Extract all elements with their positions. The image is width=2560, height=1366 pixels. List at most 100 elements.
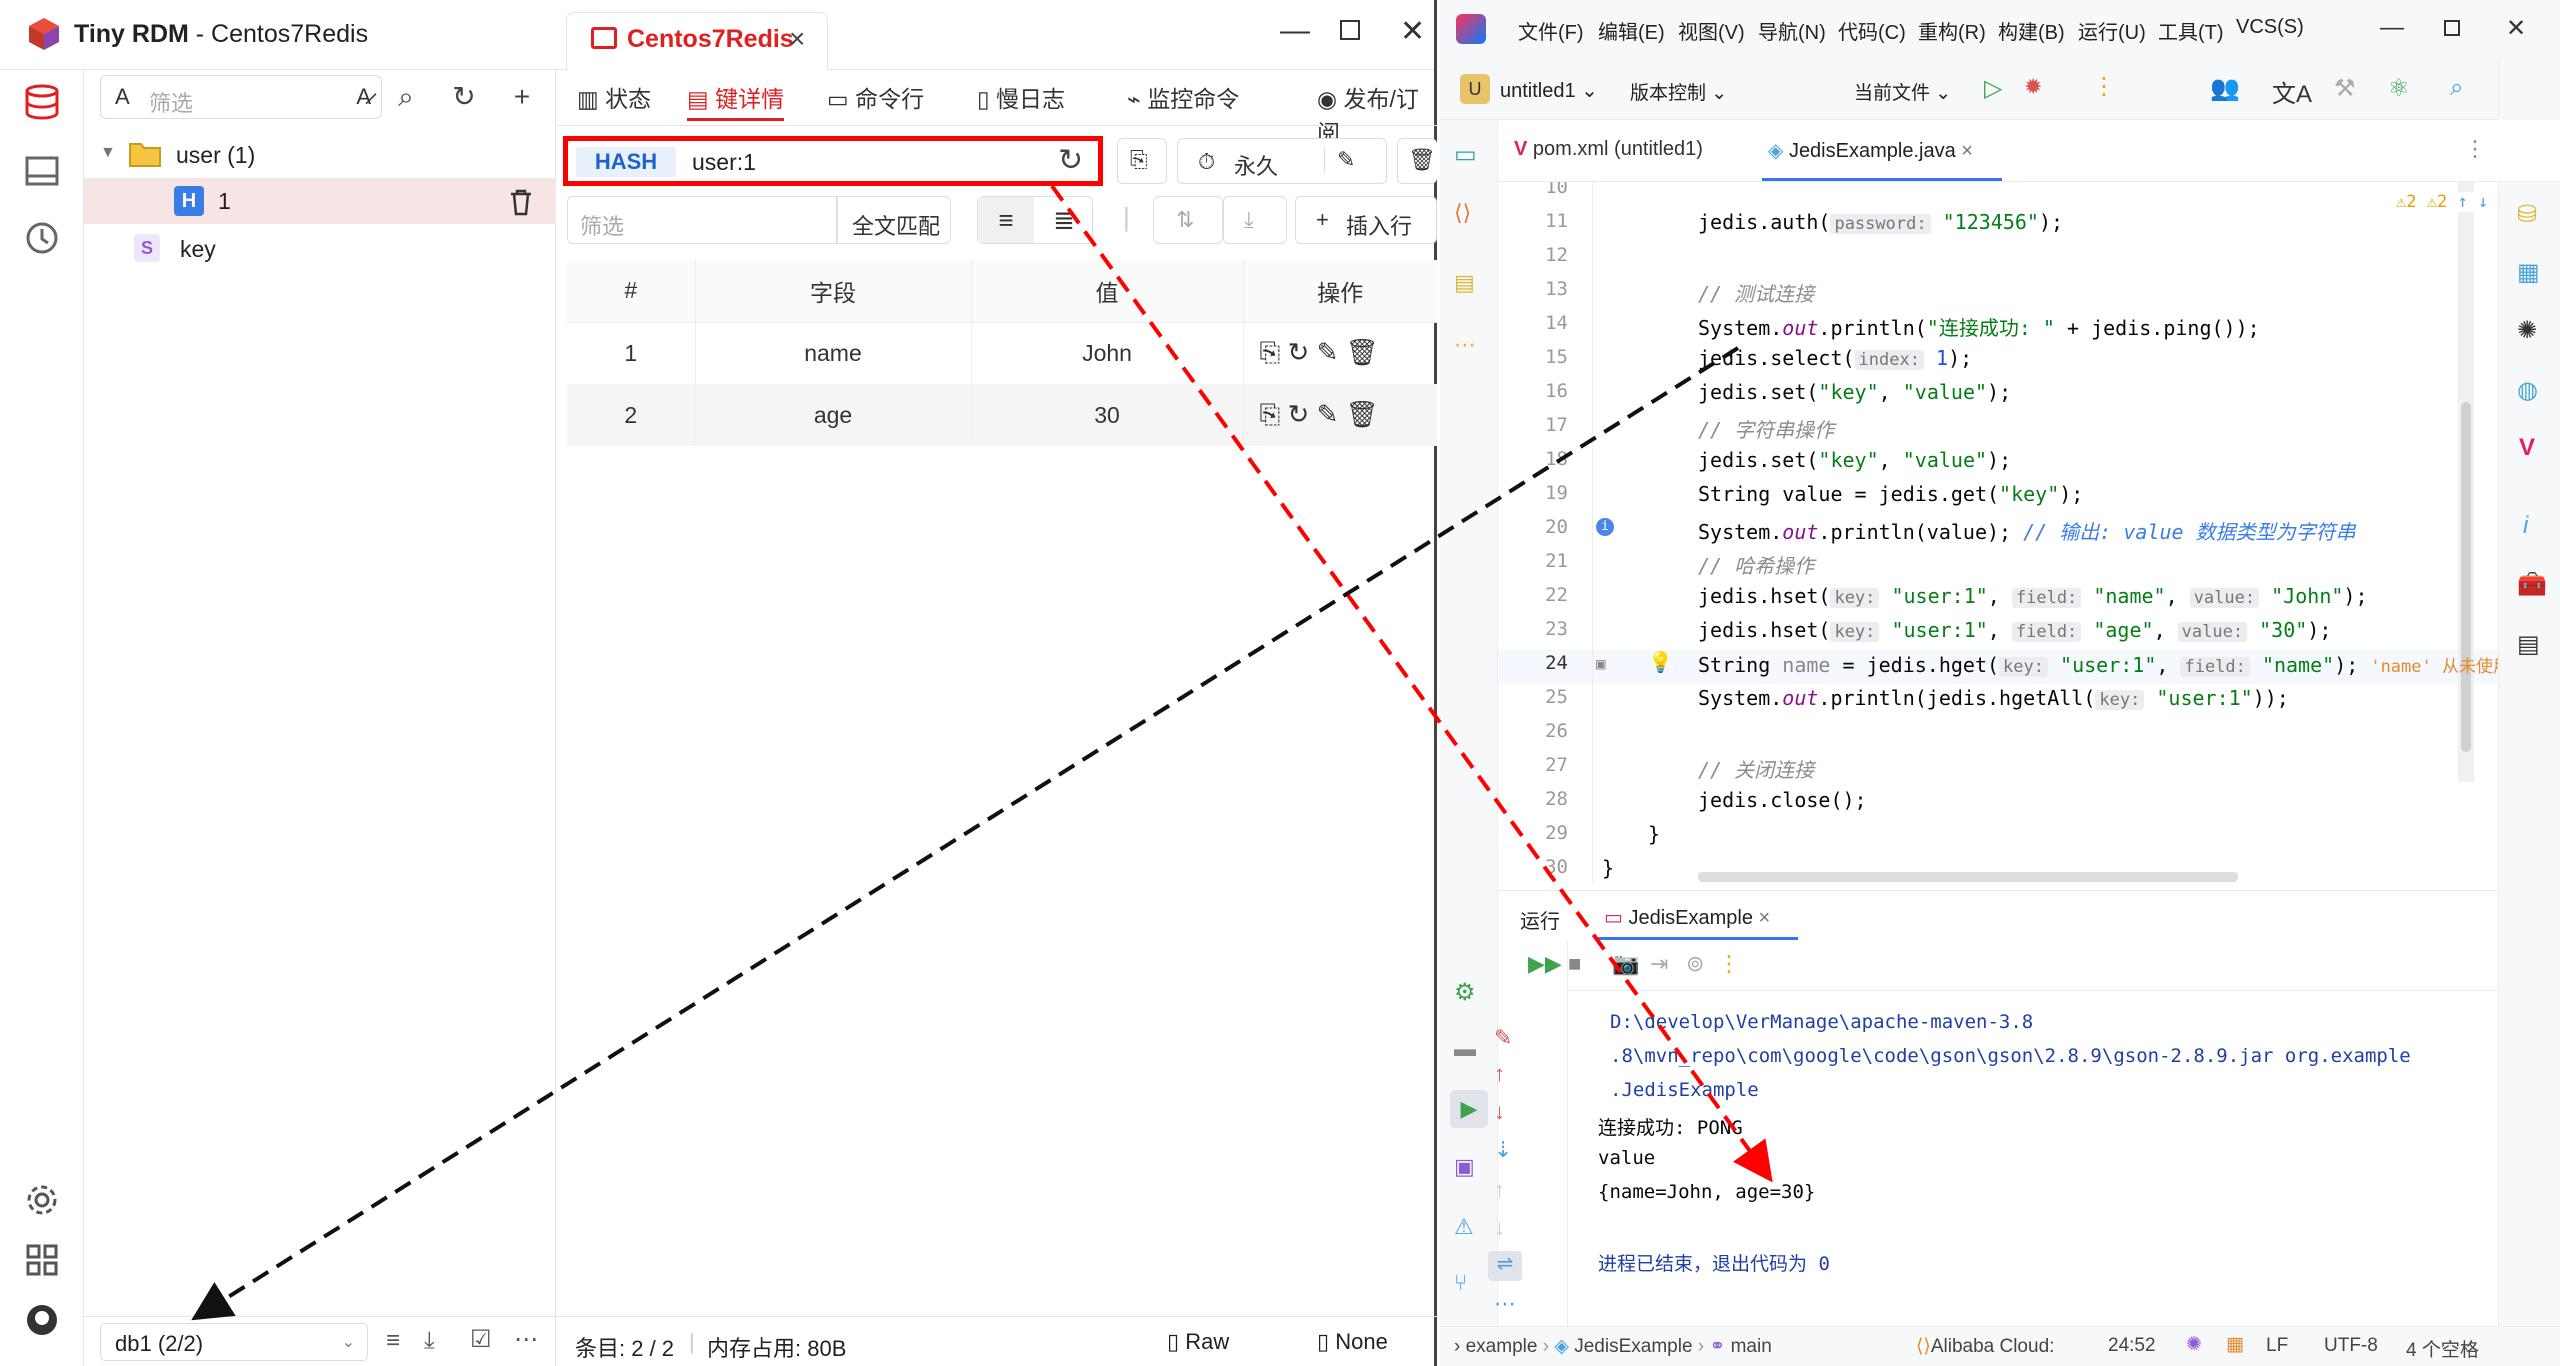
window-close-button[interactable]: ✕: [1400, 14, 1425, 49]
project-icon[interactable]: ▭: [1454, 140, 1477, 169]
sort-button[interactable]: ⇅: [1153, 196, 1223, 244]
close-icon[interactable]: ×: [1961, 140, 1973, 162]
problems-icon[interactable]: ⚠: [1454, 1214, 1474, 1240]
info-icon[interactable]: i: [2523, 512, 2528, 540]
spellcheck-icon[interactable]: A̷: [356, 84, 371, 110]
list-icon[interactable]: ≡: [386, 1327, 400, 1355]
users-icon[interactable]: 👥: [2210, 74, 2240, 103]
more-icon[interactable]: ⋮: [2092, 72, 2116, 101]
menu-file[interactable]: 文件(F): [1518, 16, 1584, 45]
arrow-down-icon[interactable]: ↓: [1494, 1215, 1505, 1241]
row-field[interactable]: age: [695, 384, 972, 446]
tree-item-key[interactable]: S key: [84, 226, 556, 272]
terminal-icon[interactable]: ▣: [1454, 1154, 1475, 1180]
translate-icon[interactable]: 文A: [2272, 74, 2312, 109]
close-icon[interactable]: ×: [1759, 907, 1771, 929]
file-encoding[interactable]: UTF-8: [2324, 1335, 2378, 1357]
menu-code[interactable]: 代码(C): [1838, 16, 1906, 45]
settings-icon[interactable]: [22, 1180, 62, 1220]
db-select[interactable]: db1 (2/2) ⌄: [100, 1323, 368, 1361]
table-row[interactable]: 2 age 30 ⎘ ↻ ✎ 🗑: [567, 384, 1437, 446]
format-raw-select[interactable]: ▯ Raw: [1167, 1329, 1229, 1355]
col-field-header[interactable]: 字段: [695, 260, 972, 323]
windows-icon[interactable]: ▦: [2226, 1333, 2244, 1356]
export-button[interactable]: ⤓: [1223, 196, 1287, 244]
scrollbar-track[interactable]: [2458, 182, 2474, 782]
run-tab[interactable]: ▭ JedisExample ×: [1604, 905, 1770, 930]
align-center-icon[interactable]: ≡: [978, 197, 1034, 243]
structure-icon[interactable]: ▤: [1454, 270, 1475, 296]
row-field[interactable]: name: [695, 322, 972, 384]
tab-slowlog[interactable]: ▯ 慢日志: [977, 80, 1065, 114]
run-tool-icon[interactable]: ▶: [1450, 1090, 1488, 1128]
arrow-down-icon[interactable]: ↓: [1494, 1099, 1505, 1125]
maximize-button[interactable]: [1340, 20, 1360, 40]
bookmark-icon[interactable]: ▤: [2517, 630, 2540, 659]
breadcrumb-item[interactable]: › example: [1454, 1336, 1537, 1357]
search-icon[interactable]: ⌕: [2450, 74, 2463, 102]
connection-tab[interactable]: Centos7Redis ×: [566, 12, 828, 70]
row-value[interactable]: John: [971, 322, 1244, 384]
plugin-icon[interactable]: ✺: [2186, 1333, 2202, 1356]
field-filter-input[interactable]: 筛选: [567, 196, 837, 244]
menu-navigate[interactable]: 导航(N): [1758, 16, 1826, 45]
atom-icon[interactable]: ⚛: [2388, 74, 2410, 103]
indent-setting[interactable]: 4 个空格: [2406, 1335, 2479, 1362]
database-icon[interactable]: ⛁: [2517, 200, 2537, 229]
info-icon[interactable]: i: [1596, 518, 1614, 536]
warnings-indicator[interactable]: ⚠2 ⚠2 ↑ ↓: [2396, 192, 2489, 212]
horizontal-scrollbar[interactable]: [1698, 872, 2238, 882]
copy-icon[interactable]: ⎘: [1260, 399, 1281, 429]
code-icon[interactable]: ⟨⟩: [1454, 200, 1471, 226]
maven-icon[interactable]: V: [2519, 434, 2535, 462]
minimize-button[interactable]: —: [2380, 14, 2404, 42]
hammer-icon[interactable]: ⚒: [2334, 74, 2356, 103]
menu-tools[interactable]: 工具(T): [2158, 16, 2224, 45]
ttl-button[interactable]: ⏱ 永久 ✎: [1177, 138, 1387, 184]
cloud-status[interactable]: ⟨⟩Alibaba Cloud:: [1916, 1335, 2054, 1358]
delete-key-button[interactable]: 🗑: [1397, 138, 1437, 184]
decode-none-select[interactable]: ▯ None: [1317, 1329, 1388, 1355]
key-filter-input[interactable]: A 筛选 A̷: [100, 75, 382, 119]
edit-icon[interactable]: ✎: [1324, 147, 1355, 173]
trash-icon[interactable]: 🗑: [1346, 337, 1379, 367]
trash-icon[interactable]: [508, 188, 534, 216]
globe-icon[interactable]: ◍: [2517, 376, 2538, 405]
download-icon[interactable]: ⤓: [424, 1327, 435, 1355]
toolbox-icon[interactable]: 🧰: [2517, 570, 2547, 599]
breadcrumb-item[interactable]: ◈ JedisExample: [1554, 1336, 1692, 1357]
lightbulb-icon[interactable]: 💡: [1648, 650, 1673, 674]
scrollbar-thumb[interactable]: [2461, 402, 2471, 752]
chevron-down-icon[interactable]: ▼: [100, 144, 116, 162]
exit-icon[interactable]: ⇥: [1650, 951, 1668, 977]
menu-edit[interactable]: 编辑(E): [1598, 16, 1665, 45]
menu-vcs[interactable]: VCS(S): [2236, 16, 2304, 39]
console-output[interactable]: D:\develop\VerManage\apache-maven-3.8 .8…: [1598, 1011, 2411, 1275]
edit-icon[interactable]: ✎: [1317, 337, 1339, 367]
arrow-up-icon[interactable]: ↑: [1494, 1061, 1505, 1087]
align-full-icon[interactable]: ≣: [1036, 197, 1092, 243]
full-match-button[interactable]: 全文匹配: [837, 196, 951, 244]
stop-icon[interactable]: ■: [1568, 951, 1581, 977]
checkbox-icon[interactable]: ☑: [470, 1325, 492, 1354]
warning-gutter-icon[interactable]: ▣: [1596, 654, 1606, 673]
reload-icon[interactable]: ↻: [1288, 399, 1310, 429]
search-icon[interactable]: ⌕: [388, 79, 424, 115]
tab-cli[interactable]: ▭ 命令行: [827, 80, 924, 114]
clear-icon[interactable]: ✎: [1494, 1025, 1512, 1051]
line-separator[interactable]: LF: [2266, 1335, 2288, 1357]
breadcrumb-item[interactable]: ⚭ main: [1709, 1336, 1771, 1357]
cursor-position[interactable]: 24:52: [2108, 1335, 2156, 1357]
more-icon[interactable]: ⋯: [1454, 332, 1476, 358]
menu-build[interactable]: 构建(B): [1998, 16, 2065, 45]
project-selector[interactable]: untitled1 ⌄: [1500, 78, 1598, 103]
reload-icon[interactable]: ↻: [1288, 337, 1310, 367]
ai-icon[interactable]: ✺: [2517, 316, 2537, 345]
database-icon[interactable]: [22, 82, 62, 122]
menu-refactor[interactable]: 重构(R): [1918, 16, 1986, 45]
tab-monitor[interactable]: ⌁ 监控命令: [1127, 80, 1239, 114]
github-icon[interactable]: [22, 1300, 62, 1340]
insert-row-button[interactable]: + 插入行: [1295, 196, 1437, 244]
refresh-icon[interactable]: ↻: [446, 79, 482, 115]
more-icon[interactable]: ⋯: [1494, 1291, 1516, 1317]
